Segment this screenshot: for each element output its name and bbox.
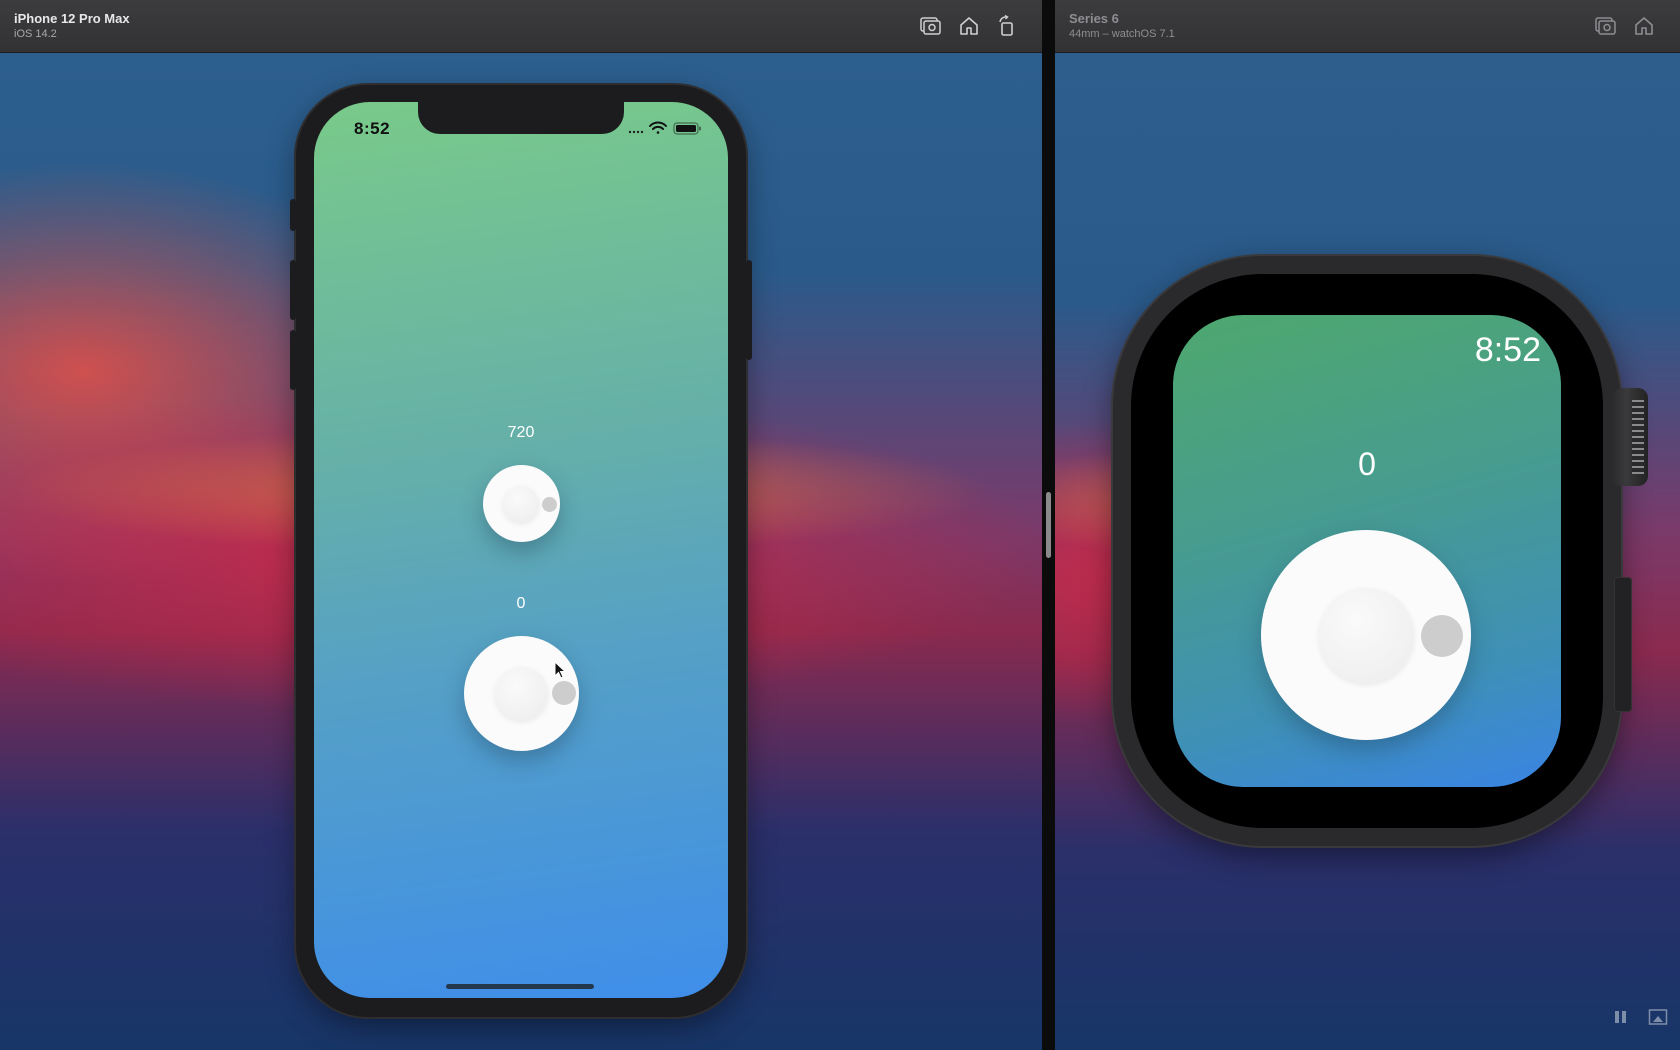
home-button[interactable]	[1632, 14, 1656, 38]
mute-switch	[290, 199, 296, 231]
mouse-cursor-icon	[554, 661, 567, 679]
top-knob-handle[interactable]	[542, 497, 557, 512]
battery-icon	[673, 122, 701, 135]
watch-rotary-knob[interactable]	[1261, 530, 1471, 740]
divider-resize-handle[interactable]	[1046, 492, 1051, 558]
power-button	[746, 260, 752, 360]
screenshot-icon	[920, 17, 941, 35]
simulator-os-version: 44mm – watchOS 7.1	[1069, 28, 1175, 40]
digital-crown[interactable]	[1612, 388, 1648, 486]
simulator-os-version: iOS 14.2	[14, 28, 57, 40]
simulator-device-name: Series 6	[1069, 11, 1119, 26]
screenshot-button[interactable]	[1593, 14, 1617, 38]
volume-down-button	[290, 330, 296, 390]
wifi-icon	[649, 121, 667, 134]
watch-side-button[interactable]	[1614, 577, 1632, 712]
digital-crown-ridges	[1632, 400, 1644, 474]
rotate-button[interactable]	[995, 14, 1019, 38]
status-bar-icons	[628, 121, 701, 135]
watch-knob-handle[interactable]	[1421, 615, 1463, 657]
pause-icon[interactable]	[1611, 1008, 1631, 1026]
bottom-knob-value: 0	[516, 595, 526, 612]
notch	[418, 102, 624, 134]
watch-knob-center	[1319, 588, 1414, 683]
home-button[interactable]	[957, 14, 981, 38]
iphone-simulator-window: iPhone 12 Pro Max iOS 14.2 8:52 720 0	[0, 0, 1042, 1050]
apple-watch-device-frame: 8:52 0	[1113, 256, 1621, 846]
bottom-rotary-knob[interactable]	[464, 636, 579, 751]
simulator-device-name: iPhone 12 Pro Max	[14, 11, 130, 26]
watch-status-time: 8:52	[1474, 331, 1541, 369]
status-bar-time: 8:52	[354, 119, 391, 138]
iphone-screen: 8:52 720 0	[314, 102, 728, 998]
screenshot-button[interactable]	[918, 14, 942, 38]
home-icon	[1635, 17, 1653, 35]
watch-simulator-window: Series 6 44mm – watchOS 7.1 8:52 0	[1055, 0, 1680, 1050]
watch-simulator-titlebar: Series 6 44mm – watchOS 7.1	[1055, 0, 1680, 53]
top-knob-value: 720	[507, 424, 535, 441]
watch-screen: 8:52 0	[1173, 315, 1561, 787]
top-knob-center	[503, 486, 539, 522]
home-icon	[960, 17, 978, 35]
bottom-knob-handle[interactable]	[552, 681, 576, 705]
volume-up-button	[290, 260, 296, 320]
watch-knob-value: 0	[1358, 446, 1376, 482]
screenshot-icon	[1595, 17, 1616, 35]
iphone-simulator-titlebar: iPhone 12 Pro Max iOS 14.2	[0, 0, 1042, 53]
picture-in-picture-icon[interactable]	[1648, 1008, 1668, 1026]
cellular-signal-icon	[628, 130, 644, 134]
top-rotary-knob[interactable]	[483, 465, 560, 542]
rotate-icon	[999, 14, 1013, 36]
home-indicator[interactable]	[446, 984, 594, 989]
bottom-knob-center	[495, 667, 548, 720]
iphone-device-frame: 8:52 720 0	[290, 85, 752, 1017]
